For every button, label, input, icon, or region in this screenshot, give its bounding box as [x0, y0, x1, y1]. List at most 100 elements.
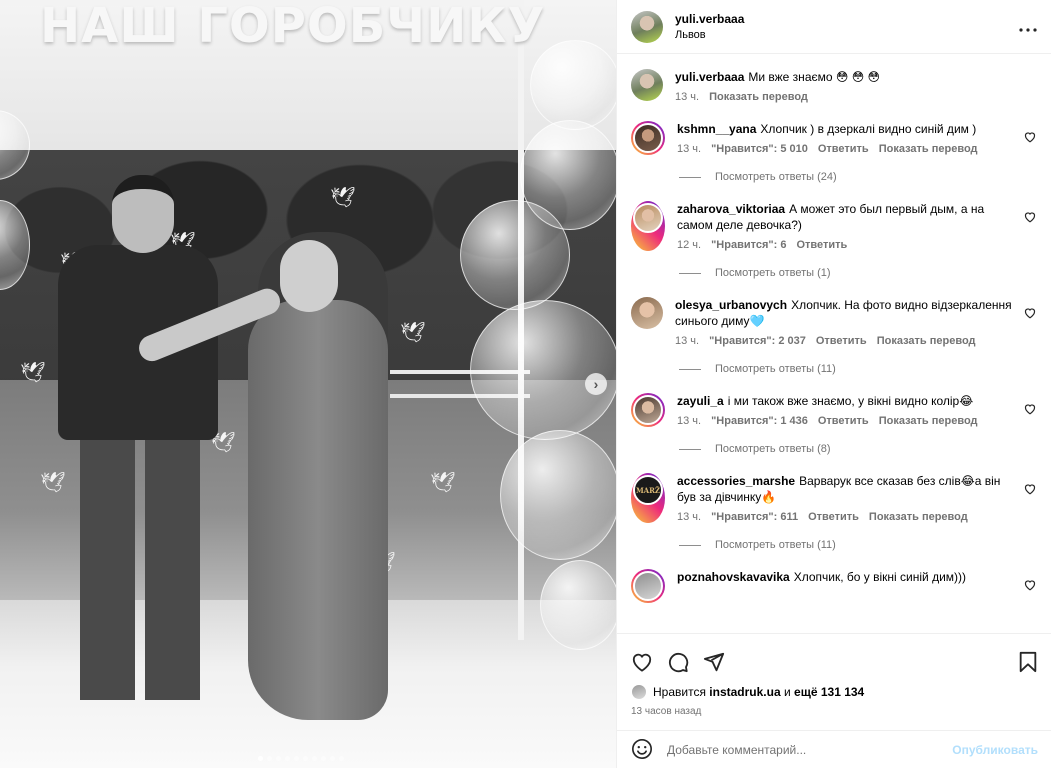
heart-icon[interactable] [631, 652, 653, 675]
instagram-post: НАШ ГОРОБЧИКУ 🕊 🕊 🕊 🕊 🕊 🕊 🕊 🕊 🕊 › [0, 0, 1051, 768]
comment-likes[interactable]: "Нравится": 1 436 [711, 415, 808, 427]
posted-time[interactable]: 13 часов назад [617, 706, 1051, 717]
comment-text: і ми також вже знаємо, у вікні видно кол… [727, 394, 974, 408]
comment-username[interactable]: yuli.verbaaa [675, 70, 744, 84]
comment-meta: 13 ч. Показать перевод [675, 91, 1018, 103]
reply-button[interactable]: Ответить [818, 143, 869, 155]
author-info: yuli.verbaaa Львов [675, 12, 1019, 41]
comment: kshmn__yana Хлопчик ) в дзеркалі видно си… [631, 121, 1038, 183]
likes-summary[interactable]: Нравится instadruk.ua и ещё 131 134 [617, 684, 1051, 700]
comment-username[interactable]: olesya_urbanovych [675, 298, 787, 312]
add-comment-bar: Опубликовать [617, 730, 1051, 769]
comment-username[interactable]: zayuli_a [677, 394, 724, 408]
reply-button[interactable]: Ответить [816, 335, 867, 347]
author-username[interactable]: yuli.verbaaa [675, 12, 1019, 26]
avatar[interactable] [631, 10, 663, 43]
carousel-dot [276, 756, 281, 761]
comment-time: 13 ч. [677, 143, 702, 155]
reply-button[interactable]: Ответить [818, 415, 869, 427]
replies-divider-line [679, 176, 701, 178]
story-ring[interactable] [631, 121, 665, 155]
comment-username[interactable]: zaharova_viktoriaa [677, 202, 785, 216]
story-ring[interactable] [631, 393, 665, 427]
reply-button[interactable]: Ответить [808, 511, 859, 523]
comment-likes[interactable]: "Нравится": 611 [711, 511, 798, 523]
post-actions: Нравится instadruk.ua и ещё 131 134 13 ч… [617, 633, 1051, 768]
avatar[interactable] [633, 571, 663, 601]
comment-row: olesya_urbanovych Хлопчик. На фото видно … [631, 297, 1038, 347]
paper-bird: 🕊 [40, 472, 66, 494]
comment: zayuli_a і ми також вже знаємо, у вікні в… [631, 393, 1038, 455]
woman-figure [248, 300, 388, 720]
comment-bubble-icon[interactable] [667, 651, 689, 676]
emoji-smiley-icon[interactable] [631, 738, 653, 763]
heart-icon[interactable] [1024, 579, 1036, 591]
paper-plane-icon[interactable] [703, 651, 725, 676]
more-options-icon[interactable] [1019, 16, 1037, 37]
comment-text: Хлопчик ) в дзеркалі видно синій дим ) [760, 122, 977, 136]
avatar[interactable]: MARŽ [633, 475, 663, 505]
photo-sign-text: НАШ ГОРОБЧИКУ [40, 0, 546, 54]
comment-text-line: zaharova_viktoriaa А может это был первый… [677, 201, 1018, 233]
comment-input[interactable] [667, 743, 953, 757]
comment-row: zayuli_a і ми також вже знаємо, у вікні в… [631, 393, 1038, 427]
comment-body: poznahovskavavika Хлопчик, бо у вікні син… [677, 569, 1038, 603]
comment-username[interactable]: accessories_marshe [677, 474, 795, 488]
comment-text-line: accessories_marshe Варварук все сказав бе… [677, 473, 1018, 505]
comment-text-line: zayuli_a і ми також вже знаємо, у вікні в… [677, 393, 1018, 409]
reply-button[interactable]: Ответить [796, 239, 847, 251]
comment-likes[interactable]: "Нравится": 5 010 [711, 143, 808, 155]
heart-icon[interactable] [1024, 307, 1036, 319]
post-header: yuli.verbaaa Львов [617, 0, 1051, 54]
translate-button[interactable]: Показать перевод [879, 415, 978, 427]
post-location[interactable]: Львов [675, 29, 1019, 41]
avatar[interactable] [631, 297, 663, 329]
author-story-ring[interactable] [631, 10, 663, 43]
heart-icon[interactable] [1024, 211, 1036, 223]
paper-bird: 🕊 [430, 472, 456, 494]
replies-divider-line [679, 272, 701, 274]
carousel-dot [339, 756, 344, 761]
post-caption: yuli.verbaaa Ми вже знаємо 😳 😳 😳 13 ч. Пока… [631, 69, 1038, 103]
view-replies-button[interactable]: Посмотреть ответы (1) [679, 267, 1038, 279]
chevron-right-icon[interactable]: › [585, 373, 607, 395]
story-ring[interactable] [631, 201, 665, 251]
paper-bird: 🕊 [400, 322, 426, 344]
view-replies-label: Посмотреть ответы (11) [715, 539, 836, 551]
comments-list[interactable]: yuli.verbaaa Ми вже знаємо 😳 😳 😳 13 ч. Пока… [617, 55, 1051, 633]
avatar[interactable] [631, 69, 663, 101]
comment-text-line: poznahovskavavika Хлопчик, бо у вікні син… [677, 569, 1018, 585]
replies-divider-line [679, 448, 701, 450]
comment-body: accessories_marshe Варварук все сказав бе… [677, 473, 1038, 523]
likes-count[interactable]: ещё 131 134 [794, 685, 864, 699]
story-ring[interactable] [631, 569, 665, 603]
comment-username[interactable]: poznahovskavavika [677, 570, 790, 584]
comment-likes[interactable]: "Нравится": 2 037 [709, 335, 806, 347]
comment-username[interactable]: kshmn__yana [677, 122, 756, 136]
carousel-dot [312, 756, 317, 761]
translate-button[interactable]: Показать перевод [709, 91, 808, 103]
heart-icon[interactable] [1024, 131, 1036, 143]
paper-bird: 🕊 [20, 362, 46, 384]
translate-button[interactable]: Показать перевод [877, 335, 976, 347]
liker-username[interactable]: instadruk.ua [709, 685, 780, 699]
view-replies-button[interactable]: Посмотреть ответы (11) [679, 363, 1038, 375]
bookmark-icon[interactable] [1018, 651, 1038, 676]
heart-icon[interactable] [1024, 403, 1036, 415]
avatar[interactable] [633, 395, 663, 425]
view-replies-button[interactable]: Посмотреть ответы (24) [679, 171, 1038, 183]
view-replies-button[interactable]: Посмотреть ответы (11) [679, 539, 1038, 551]
publish-button[interactable]: Опубликовать [952, 743, 1038, 757]
translate-button[interactable]: Показать перевод [879, 143, 978, 155]
heart-icon[interactable] [1024, 483, 1036, 495]
translate-button[interactable]: Показать перевод [869, 511, 968, 523]
story-ring[interactable]: MARŽ [631, 473, 665, 523]
comment-time: 13 ч. [675, 335, 700, 347]
comment-likes[interactable]: "Нравится": 6 [711, 239, 786, 251]
view-replies-button[interactable]: Посмотреть ответы (8) [679, 443, 1038, 455]
post-photo[interactable]: НАШ ГОРОБЧИКУ 🕊 🕊 🕊 🕊 🕊 🕊 🕊 🕊 🕊 › [0, 0, 616, 768]
avatar[interactable] [633, 203, 663, 233]
avatar[interactable] [633, 123, 663, 153]
comment-text-line: yuli.verbaaa Ми вже знаємо 😳 😳 😳 [675, 69, 1018, 85]
balloon [540, 560, 616, 650]
